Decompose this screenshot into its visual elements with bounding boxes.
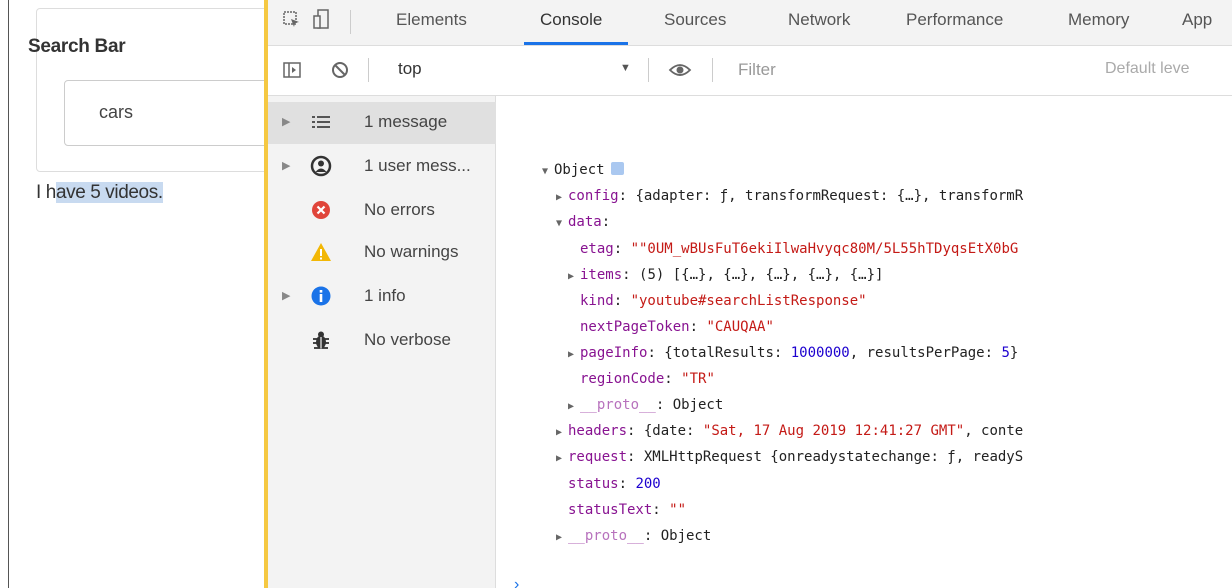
- videos-text-prefix: I h: [36, 182, 56, 203]
- prop-next-page-token: nextPageToken: "CAUQAA": [580, 319, 774, 335]
- expand-arrow-icon[interactable]: ▶: [568, 271, 580, 282]
- toolbar-divider: [350, 10, 351, 34]
- context-selector[interactable]: top: [398, 59, 422, 79]
- videos-text-highlight: ave 5 videos.: [55, 182, 163, 203]
- console-sidebar: ▶ 1 message ▶ 1 user mess... No errors N…: [268, 96, 496, 588]
- prop-status-text: statusText: "": [568, 502, 687, 518]
- sidebar-item-warnings[interactable]: No warnings: [268, 232, 496, 274]
- sidebar-item-label: 1 message: [364, 112, 448, 131]
- object-root[interactable]: ▼ Object: [542, 162, 624, 178]
- tab-console[interactable]: Console: [540, 10, 602, 30]
- search-input[interactable]: cars: [64, 80, 274, 146]
- sidebar-item-info[interactable]: ▶ 1 info: [268, 276, 496, 318]
- prop-kind: kind: "youtube#searchListResponse": [580, 293, 867, 309]
- expand-arrow-icon[interactable]: ▶: [556, 192, 568, 203]
- collapse-arrow-icon[interactable]: ▼: [542, 166, 554, 177]
- show-sidebar-icon[interactable]: [282, 60, 302, 80]
- devtools-tab-bar: Elements Console Sources Network Perform…: [268, 0, 1232, 46]
- expand-arrow-icon[interactable]: ▶: [568, 401, 580, 412]
- sidebar-item-label: No verbose: [364, 330, 451, 349]
- prop-config[interactable]: ▶ config: {adapter: ƒ, transformRequest: …: [556, 188, 1023, 204]
- active-tab-indicator: [524, 42, 628, 45]
- log-levels-dropdown[interactable]: Default leve: [1105, 60, 1190, 78]
- prop-data[interactable]: ▼ data:: [556, 214, 610, 230]
- tab-performance[interactable]: Performance: [906, 10, 1003, 30]
- expand-arrow-icon[interactable]: ▶: [282, 115, 290, 128]
- sidebar-item-label: No errors: [364, 200, 435, 219]
- bug-icon: [313, 331, 329, 349]
- sidebar-item-label: 1 user mess...: [364, 156, 471, 175]
- expand-arrow-icon[interactable]: ▶: [556, 427, 568, 438]
- sidebar-item-label: 1 info: [364, 286, 406, 305]
- toolbar-divider: [648, 58, 649, 82]
- expand-arrow-icon[interactable]: ▶: [568, 349, 580, 360]
- user-icon: [310, 155, 332, 177]
- console-prompt-icon[interactable]: ›: [514, 576, 519, 588]
- device-toolbar-icon[interactable]: [312, 8, 332, 32]
- toolbar-divider: [368, 58, 369, 82]
- tab-memory[interactable]: Memory: [1068, 10, 1129, 30]
- tab-application[interactable]: App: [1182, 10, 1212, 30]
- clear-console-icon[interactable]: [330, 60, 350, 80]
- videos-count-text: I have 5 videos.: [36, 182, 163, 204]
- expand-arrow-icon[interactable]: ▶: [282, 159, 290, 172]
- expand-arrow-icon[interactable]: ▶: [556, 532, 568, 543]
- console-toolbar: top ▼ Filter Default leve: [268, 46, 1232, 96]
- tab-network[interactable]: Network: [788, 10, 850, 30]
- chevron-down-icon[interactable]: ▼: [620, 62, 631, 74]
- expand-arrow-icon[interactable]: ▶: [282, 289, 290, 302]
- warning-icon: [311, 243, 331, 261]
- search-bar-label: Search Bar: [28, 36, 126, 57]
- sidebar-item-messages[interactable]: ▶ 1 message: [268, 102, 496, 144]
- prop-status: status: 200: [568, 476, 661, 492]
- sidebar-item-verbose[interactable]: No verbose: [268, 320, 496, 362]
- sidebar-item-errors[interactable]: No errors: [268, 190, 496, 232]
- collapse-arrow-icon[interactable]: ▼: [556, 218, 568, 229]
- info-badge-icon: [610, 162, 624, 175]
- prop-region-code: regionCode: "TR": [580, 371, 715, 387]
- console-output[interactable]: ▼ Object ▶ config: {adapter: ƒ, transformR…: [500, 96, 1232, 588]
- expand-arrow-icon[interactable]: ▶: [556, 453, 568, 464]
- inspect-element-icon[interactable]: [282, 10, 302, 30]
- prop-proto-root[interactable]: ▶ __proto__: Object: [556, 528, 711, 544]
- eye-icon[interactable]: [668, 60, 692, 80]
- prop-etag: etag: ""0UM_wBUsFuT6ekiIlwaHvyqc80M/5L55…: [580, 241, 1019, 257]
- info-icon: [311, 286, 331, 306]
- tab-elements[interactable]: Elements: [396, 10, 467, 30]
- page-border: [8, 0, 9, 588]
- prop-headers[interactable]: ▶ headers: {date: "Sat, 17 Aug 2019 12:41…: [556, 423, 1023, 439]
- tab-sources[interactable]: Sources: [664, 10, 726, 30]
- prop-items[interactable]: ▶ items: (5) [{…}, {…}, {…}, {…}, {…}]: [568, 267, 883, 283]
- prop-proto[interactable]: ▶ __proto__: Object: [568, 397, 723, 413]
- sidebar-item-label: No warnings: [364, 242, 459, 261]
- app-page: Search Bar cars I have 5 videos.: [0, 0, 276, 588]
- prop-page-info[interactable]: ▶ pageInfo: {totalResults: 1000000, resul…: [568, 345, 1018, 361]
- devtools-panel: Elements Console Sources Network Perform…: [264, 0, 1232, 588]
- toolbar-divider: [712, 58, 713, 82]
- error-icon: [312, 201, 330, 219]
- prop-request[interactable]: ▶ request: XMLHttpRequest {onreadystatech…: [556, 449, 1023, 465]
- list-icon: [312, 116, 330, 128]
- sidebar-item-user-messages[interactable]: ▶ 1 user mess...: [268, 146, 496, 188]
- filter-input[interactable]: Filter: [738, 60, 776, 80]
